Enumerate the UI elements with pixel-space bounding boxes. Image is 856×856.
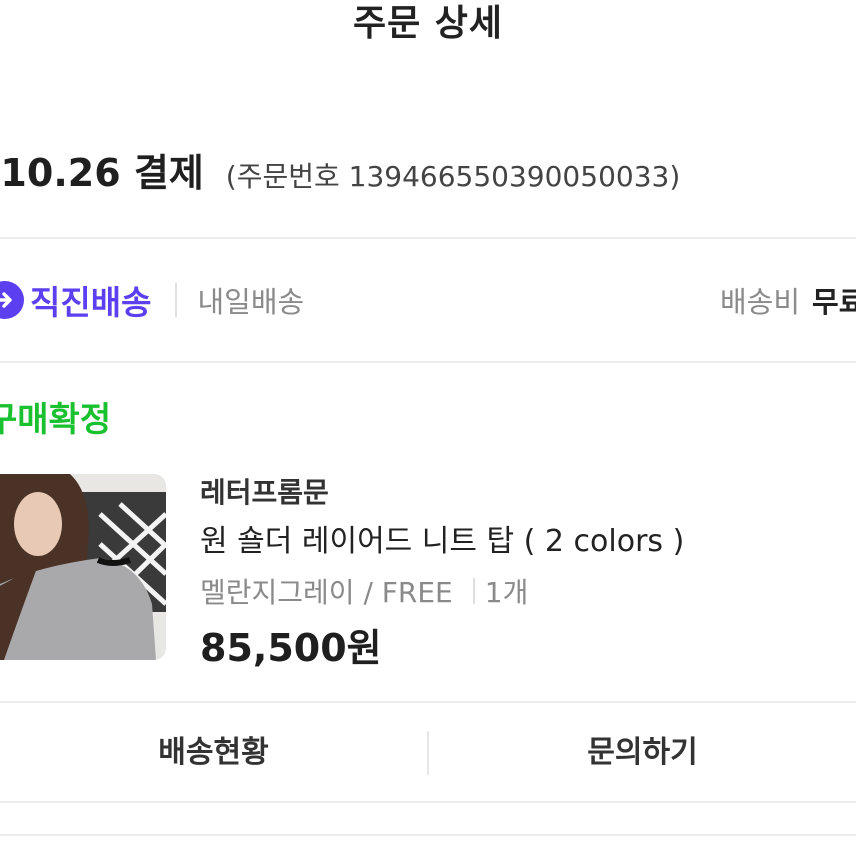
product-quantity: 1개 bbox=[484, 576, 529, 609]
shipping-fee-label: 배송비 bbox=[720, 285, 801, 319]
arrow-circle-icon bbox=[0, 281, 24, 319]
product-image[interactable] bbox=[0, 474, 166, 660]
divider bbox=[0, 834, 856, 836]
divider bbox=[0, 801, 856, 803]
inquiry-button[interactable]: 문의하기 bbox=[429, 706, 856, 800]
option-separator bbox=[472, 578, 475, 604]
divider bbox=[0, 701, 856, 703]
order-date: .10.26 결제 bbox=[0, 151, 204, 195]
divider bbox=[0, 361, 856, 363]
shipping-brand: 직진배송 bbox=[30, 283, 152, 322]
shipping-fee-value: 무료 bbox=[812, 285, 856, 319]
product-info: 레터프롬문 원 숄더 레이어드 니트 탑 ( 2 colors ) 멜란지그레이… bbox=[200, 470, 684, 678]
product-price: 85,500원 bbox=[200, 626, 382, 670]
product-brand[interactable]: 레터프롬문 bbox=[200, 470, 684, 516]
order-number: (주문번호 139466550390050033) bbox=[225, 160, 681, 193]
page-title: 주문 상세 bbox=[352, 3, 503, 44]
shipping-separator bbox=[175, 283, 178, 317]
shipping-fee: 배송비 무료 bbox=[720, 268, 856, 332]
order-header: .10.26 결제 (주문번호 139466550390050033) bbox=[0, 142, 681, 195]
product-option: 멜란지그레이 / FREE bbox=[200, 576, 453, 609]
delivery-status-button[interactable]: 배송현황 bbox=[0, 706, 427, 800]
product-name[interactable]: 원 숄더 레이어드 니트 탑 ( 2 colors ) bbox=[200, 516, 684, 568]
order-status: 구매확정 bbox=[0, 400, 112, 440]
divider bbox=[0, 237, 856, 239]
action-bar: 배송현황 문의하기 bbox=[0, 706, 856, 800]
product-option-row: 멜란지그레이 / FREE 1개 bbox=[200, 568, 684, 614]
delivery-label: 내일배송 bbox=[197, 285, 305, 319]
shipping-row: 직진배송 내일배송 배송비 무료 bbox=[0, 268, 856, 332]
